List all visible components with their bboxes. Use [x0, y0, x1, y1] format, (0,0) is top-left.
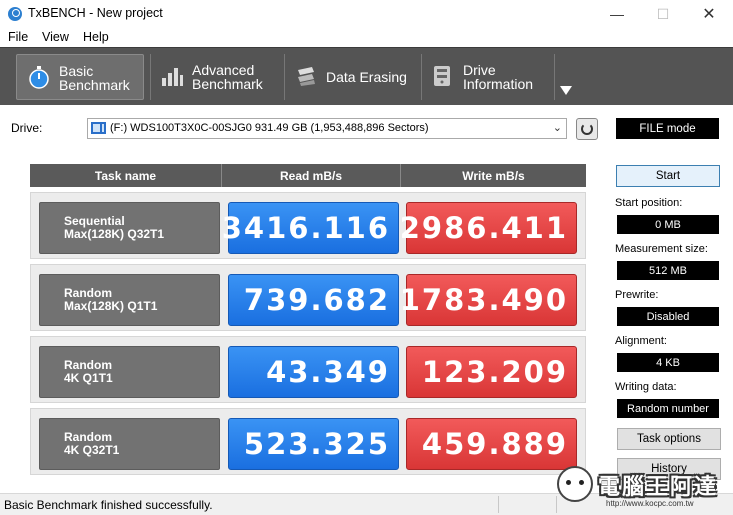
toolbar-advanced-benchmark-label: Advanced Benchmark [192, 62, 263, 92]
task-sequential-q32t1-button[interactable]: Sequential Max(128K) Q32T1 [39, 202, 220, 254]
start-button[interactable]: Start [616, 165, 720, 187]
read-value: 3416.116 [222, 202, 399, 254]
write-value: 2986.411 [400, 202, 577, 254]
writing-data-label: Writing data: [615, 381, 677, 393]
toolbar-basic-benchmark-label: Basic Benchmark [59, 63, 130, 93]
table-row: Sequential Max(128K) Q32T1 3416.116 2986… [30, 192, 586, 259]
app-icon [8, 7, 22, 21]
header-task-name: Task name [30, 164, 222, 187]
refresh-icon [581, 123, 593, 135]
measurement-size-label: Measurement size: [615, 243, 708, 255]
drive-select[interactable]: (F:) WDS100T3X0C-00SJG0 931.49 GB (1,953… [87, 118, 567, 139]
start-position-field[interactable]: 0 MB [617, 215, 719, 234]
write-value: 459.889 [406, 418, 577, 470]
prewrite-label: Prewrite: [615, 289, 659, 301]
task-random-4k-q1t1-button[interactable]: Random 4K Q1T1 [39, 346, 220, 398]
toolbar-advanced-benchmark-button[interactable]: Advanced Benchmark [150, 54, 280, 100]
status-divider [556, 496, 557, 513]
alignment-field[interactable]: 4 KB [617, 353, 719, 372]
menu-bar: File View Help [0, 28, 733, 47]
chevron-down-icon[interactable] [560, 86, 572, 95]
read-value: 739.682 [228, 274, 399, 326]
write-value: 123.209 [406, 346, 577, 398]
task-random-4k-q32t1-button[interactable]: Random 4K Q32T1 [39, 418, 220, 470]
toolbar-data-erasing-button[interactable]: Data Erasing [284, 54, 414, 100]
close-button[interactable]: ✕ [686, 0, 732, 28]
read-value: 43.349 [228, 346, 399, 398]
menu-help[interactable]: Help [83, 30, 109, 44]
bar-chart-icon [162, 68, 183, 86]
prewrite-field[interactable]: Disabled [617, 307, 719, 326]
title-bar: TxBENCH - New project — ☐ ✕ [0, 0, 733, 28]
status-text: Basic Benchmark finished successfully. [4, 498, 213, 512]
status-divider [498, 496, 499, 513]
toolbar-drive-information-button[interactable]: Drive Information [421, 54, 551, 100]
table-header: Task name Read mB/s Write mB/s [30, 164, 586, 187]
drive-label: Drive: [11, 121, 43, 135]
writing-data-field[interactable]: Random number [617, 399, 719, 418]
menu-view[interactable]: View [42, 30, 69, 44]
measurement-size-field[interactable]: 512 MB [617, 261, 719, 280]
task-options-button[interactable]: Task options [617, 428, 721, 450]
toolbar-separator [554, 54, 555, 100]
eraser-icon [298, 67, 315, 86]
table-row: Random Max(128K) Q1T1 739.682 1783.490 [30, 264, 586, 331]
table-row: Random 4K Q1T1 43.349 123.209 [30, 336, 586, 403]
watermark-url: http://www.kocpc.com.tw [606, 499, 694, 508]
minimize-button[interactable]: — [594, 0, 640, 28]
toolbar-data-erasing-label: Data Erasing [326, 69, 407, 85]
toolbar: Basic Benchmark Advanced Benchmark Data … [0, 47, 733, 105]
dropdown-arrow-icon: ⌄ [552, 122, 562, 134]
toolbar-drive-information-label: Drive Information [463, 62, 534, 92]
write-value: 1783.490 [400, 274, 577, 326]
task-random-max-q1t1-button[interactable]: Random Max(128K) Q1T1 [39, 274, 220, 326]
header-write: Write mB/s [462, 168, 525, 183]
window-title: TxBENCH - New project [28, 6, 163, 20]
menu-file[interactable]: File [8, 30, 28, 44]
disk-icon [91, 122, 106, 134]
maximize-button[interactable]: ☐ [640, 0, 686, 28]
drive-info-icon [434, 66, 450, 86]
watermark-mascot-icon [557, 466, 593, 502]
table-row: Random 4K Q32T1 523.325 459.889 [30, 408, 586, 475]
start-position-label: Start position: [615, 197, 683, 209]
stopwatch-icon [29, 66, 49, 89]
read-value: 523.325 [228, 418, 399, 470]
drive-select-value: (F:) WDS100T3X0C-00SJG0 931.49 GB (1,953… [110, 122, 429, 134]
header-read: Read mB/s [222, 164, 401, 187]
alignment-label: Alignment: [615, 335, 667, 347]
toolbar-basic-benchmark-button[interactable]: Basic Benchmark [16, 54, 144, 100]
file-mode-indicator: FILE mode [616, 118, 719, 139]
watermark-logo: 電腦王阿達 [598, 475, 719, 500]
refresh-button[interactable] [576, 118, 598, 140]
